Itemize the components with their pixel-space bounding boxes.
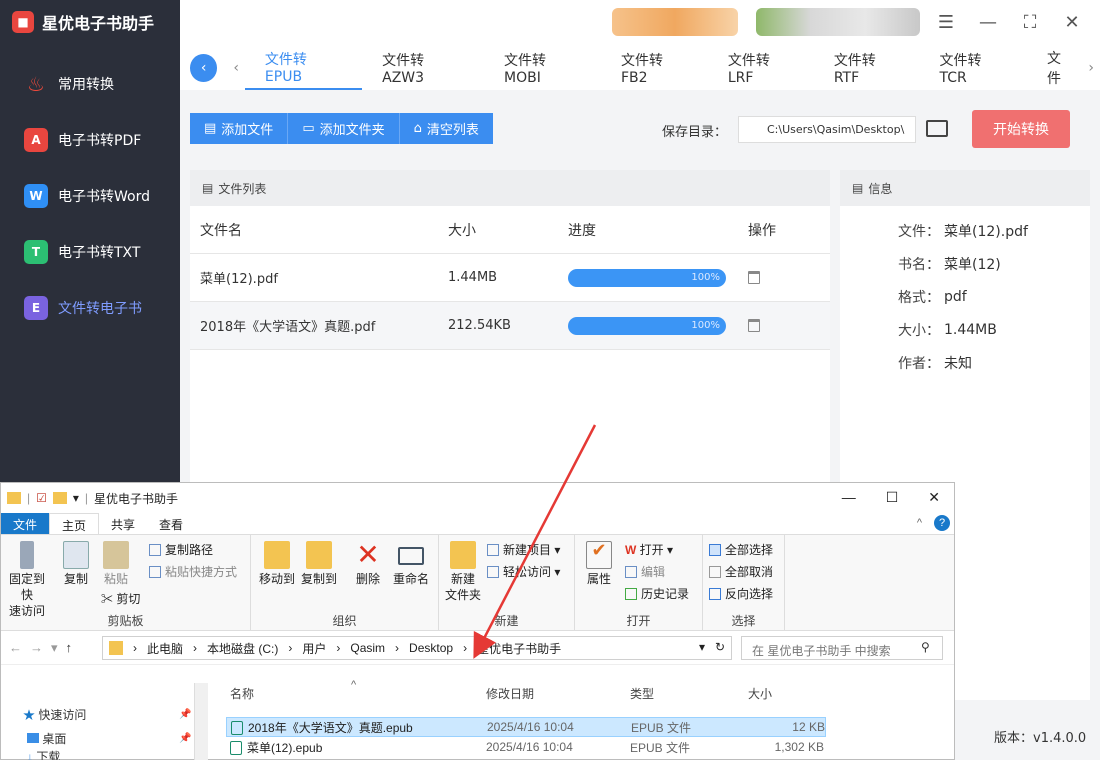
annotation-arrow: [473, 424, 597, 659]
